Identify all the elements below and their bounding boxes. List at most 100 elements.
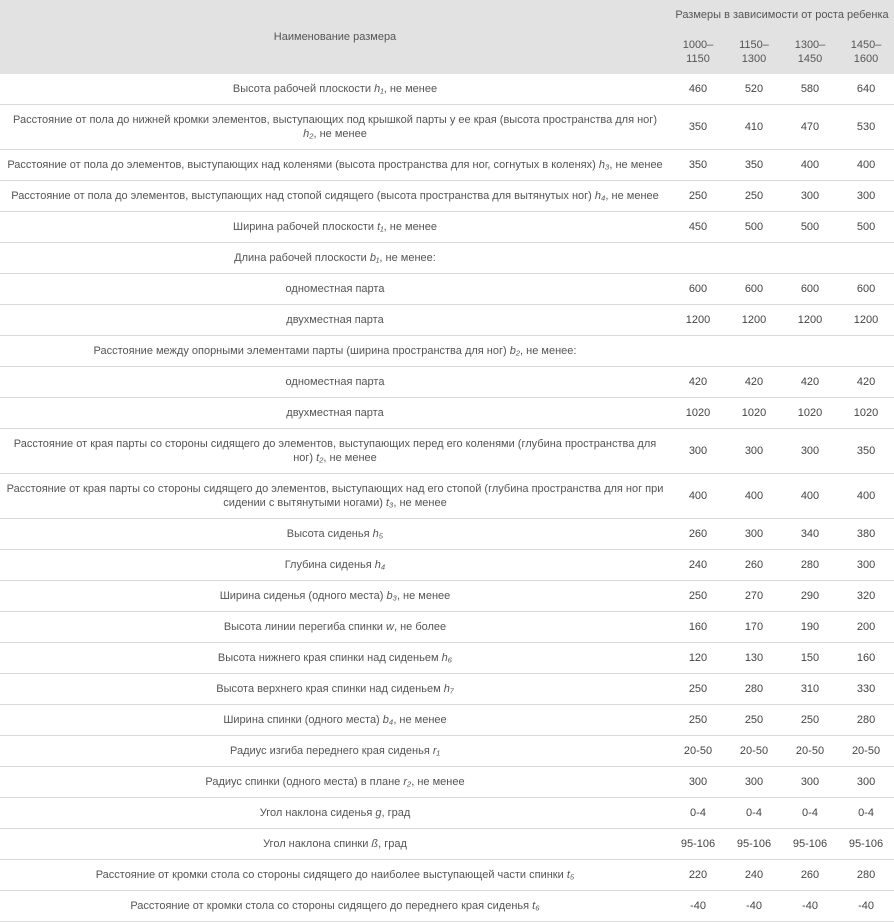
row-label: одноместная парта <box>0 367 670 398</box>
table-row: Глубина сиденья h₄240260280300 <box>0 550 894 581</box>
row-value: 1020 <box>782 398 838 429</box>
row-value <box>726 243 782 274</box>
row-label: Расстояние от пола до элементов, выступа… <box>0 150 670 181</box>
row-value: -40 <box>838 891 894 922</box>
row-value: 250 <box>670 181 726 212</box>
row-label: Высота нижнего края спинки над сиденьем … <box>0 643 670 674</box>
row-label: Расстояние от пола до элементов, выступа… <box>0 181 670 212</box>
row-value: 600 <box>726 274 782 305</box>
row-value: 260 <box>670 519 726 550</box>
row-value: 95-106 <box>670 829 726 860</box>
table-row: Расстояние от края парты со стороны сидя… <box>0 429 894 474</box>
row-value: 270 <box>726 581 782 612</box>
table-row: Ширина сиденья (одного места) b₃, не мен… <box>0 581 894 612</box>
row-value: 500 <box>782 212 838 243</box>
row-value: 1020 <box>726 398 782 429</box>
table-row: Высота рабочей плоскости h₁, не менее460… <box>0 74 894 105</box>
row-value: 95-106 <box>726 829 782 860</box>
table-row: Длина рабочей плоскости b₁, не менее: <box>0 243 894 274</box>
row-value: 280 <box>726 674 782 705</box>
row-value: 170 <box>726 612 782 643</box>
row-value: 95-106 <box>838 829 894 860</box>
row-value: 0-4 <box>838 798 894 829</box>
table-row: двухместная парта1020102010201020 <box>0 398 894 429</box>
row-value: 350 <box>670 150 726 181</box>
row-value: 340 <box>782 519 838 550</box>
row-value: 1200 <box>670 305 726 336</box>
row-value: 250 <box>670 705 726 736</box>
row-value: 400 <box>782 150 838 181</box>
row-value: 190 <box>782 612 838 643</box>
row-label: Радиус спинки (одного места) в плане r₂,… <box>0 767 670 798</box>
row-value: 420 <box>782 367 838 398</box>
row-value: 95-106 <box>782 829 838 860</box>
row-value <box>726 336 782 367</box>
col-name: Наименование размера <box>0 0 670 74</box>
row-value: 130 <box>726 643 782 674</box>
row-value: 460 <box>670 74 726 105</box>
row-value <box>670 336 726 367</box>
row-value: 1200 <box>782 305 838 336</box>
row-value: 160 <box>838 643 894 674</box>
row-value: 220 <box>670 860 726 891</box>
row-label: Расстояние от пола до нижней кромки элем… <box>0 105 670 150</box>
row-value: 320 <box>838 581 894 612</box>
col-group: Размеры в зависимости от роста ребенка <box>670 0 894 30</box>
row-label: Высота линии перегиба спинки w, не более <box>0 612 670 643</box>
size-col-2: 1300–1450 <box>782 30 838 74</box>
row-value: 400 <box>782 474 838 519</box>
row-value: 400 <box>670 474 726 519</box>
row-value <box>670 243 726 274</box>
row-value <box>838 336 894 367</box>
row-label: Радиус изгиба переднего края сиденья r₁ <box>0 736 670 767</box>
row-label: Угол наклона сиденья g, град <box>0 798 670 829</box>
row-value: 0-4 <box>670 798 726 829</box>
row-label: Ширина спинки (одного места) b₄, не мене… <box>0 705 670 736</box>
table-row: одноместная парта420420420420 <box>0 367 894 398</box>
row-value: 420 <box>670 367 726 398</box>
row-value: 300 <box>726 429 782 474</box>
row-value: 280 <box>838 705 894 736</box>
row-value: 250 <box>782 705 838 736</box>
row-label: Ширина рабочей плоскости t₁, не менее <box>0 212 670 243</box>
row-value: 500 <box>838 212 894 243</box>
row-label: Расстояние от края парты со стороны сидя… <box>0 429 670 474</box>
table-row: Радиус спинки (одного места) в плане r₂,… <box>0 767 894 798</box>
row-value: 420 <box>838 367 894 398</box>
size-col-1: 1150–1300 <box>726 30 782 74</box>
row-value: 160 <box>670 612 726 643</box>
row-value: 450 <box>670 212 726 243</box>
row-label: одноместная парта <box>0 274 670 305</box>
row-value: 380 <box>838 519 894 550</box>
row-label: Длина рабочей плоскости b₁, не менее: <box>0 243 670 274</box>
table-row: Расстояние от края парты со стороны сидя… <box>0 474 894 519</box>
row-value: 410 <box>726 105 782 150</box>
row-value: 260 <box>726 550 782 581</box>
row-label: Расстояние от кромки стола со стороны си… <box>0 860 670 891</box>
row-value: 530 <box>838 105 894 150</box>
row-value: 300 <box>782 429 838 474</box>
row-value: 120 <box>670 643 726 674</box>
row-value: 300 <box>670 767 726 798</box>
row-label: Высота сиденья h₅ <box>0 519 670 550</box>
row-value: 240 <box>726 860 782 891</box>
row-value: 400 <box>838 150 894 181</box>
row-value: 400 <box>838 474 894 519</box>
row-value: 1200 <box>726 305 782 336</box>
row-value: 300 <box>838 181 894 212</box>
row-value: 350 <box>670 105 726 150</box>
row-label: Расстояние между опорными элементами пар… <box>0 336 670 367</box>
size-col-0: 1000–1150 <box>670 30 726 74</box>
row-value: 0-4 <box>726 798 782 829</box>
row-value: 1200 <box>838 305 894 336</box>
table-row: Радиус изгиба переднего края сиденья r₁2… <box>0 736 894 767</box>
row-value: -40 <box>670 891 726 922</box>
row-value: 600 <box>670 274 726 305</box>
row-value: 300 <box>838 767 894 798</box>
table-row: Расстояние от пола до нижней кромки элем… <box>0 105 894 150</box>
table-row: Расстояние между опорными элементами пар… <box>0 336 894 367</box>
row-value: 600 <box>838 274 894 305</box>
table-row: Ширина спинки (одного места) b₄, не мене… <box>0 705 894 736</box>
table-row: Расстояние от пола до элементов, выступа… <box>0 150 894 181</box>
row-value: 250 <box>670 674 726 705</box>
